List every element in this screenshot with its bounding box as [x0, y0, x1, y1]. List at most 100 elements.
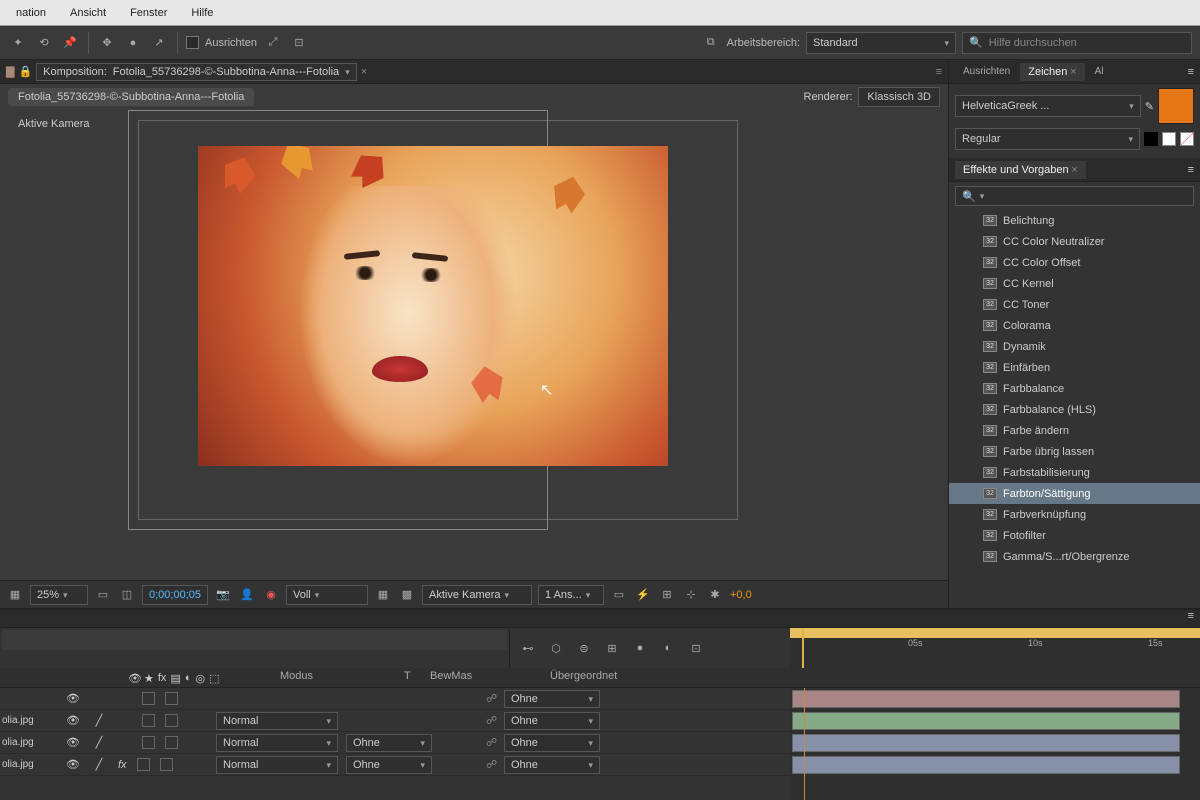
- panel-menu-icon[interactable]: ≡: [1188, 164, 1194, 176]
- effect-item[interactable]: 32Belichtung: [949, 210, 1200, 231]
- fast-preview-icon[interactable]: ⚡: [634, 586, 652, 604]
- parent-dropdown[interactable]: Ohne: [504, 756, 600, 774]
- effect-item[interactable]: 32Einfärben: [949, 357, 1200, 378]
- shy-icon[interactable]: ⊡: [686, 638, 706, 658]
- shy-icon[interactable]: 👁: [66, 714, 80, 727]
- resolution-dropdown[interactable]: Voll: [286, 585, 368, 605]
- tab-character[interactable]: Zeichen ×: [1020, 63, 1084, 81]
- 3d-switch[interactable]: [165, 692, 178, 705]
- track-matte-dropdown[interactable]: Ohne: [346, 734, 432, 752]
- layer-bar[interactable]: [792, 734, 1180, 752]
- panel-menu-icon[interactable]: ≡: [1188, 610, 1194, 627]
- effect-item[interactable]: 32Farbbalance: [949, 378, 1200, 399]
- layer-row[interactable]: olia.jpg👁╱fxNormalOhne☍Ohne: [0, 754, 790, 776]
- effect-item[interactable]: 32Farbe ändern: [949, 420, 1200, 441]
- panel-menu-icon[interactable]: ≡: [936, 66, 942, 78]
- draft3d-icon[interactable]: ⬡: [546, 638, 566, 658]
- pin-tool-icon[interactable]: 📌: [60, 33, 80, 53]
- effect-item[interactable]: 32CC Kernel: [949, 273, 1200, 294]
- effect-item[interactable]: 32CC Color Neutralizer: [949, 231, 1200, 252]
- eyedropper-icon[interactable]: ✎: [1145, 100, 1154, 113]
- effect-item[interactable]: 32Farbton/Sättigung: [949, 483, 1200, 504]
- layer-bar[interactable]: [792, 756, 1180, 774]
- 3d-switch[interactable]: [165, 736, 178, 749]
- font-family-dropdown[interactable]: HelveticaGreek ...: [955, 95, 1141, 117]
- shy-icon[interactable]: 👁: [66, 692, 80, 705]
- close-icon[interactable]: ×: [1071, 164, 1077, 176]
- circle-tool-icon[interactable]: ●: [123, 33, 143, 53]
- shy-icon[interactable]: 👁: [66, 758, 80, 771]
- timeline-ruler[interactable]: 05s 10s 15s: [790, 628, 1200, 668]
- search-ext-icon[interactable]: ⧉: [701, 33, 721, 53]
- camera-dropdown[interactable]: Aktive Kamera: [422, 585, 532, 605]
- layer-bar[interactable]: [792, 712, 1180, 730]
- effect-item[interactable]: 32Farbverknüpfung: [949, 504, 1200, 525]
- solo-icon[interactable]: ╱: [90, 758, 108, 771]
- grid-icon[interactable]: ▦: [6, 586, 24, 604]
- layer-bar[interactable]: [792, 690, 1180, 708]
- help-search-input[interactable]: 🔍 Hilfe durchsuchen: [962, 32, 1192, 54]
- menu-item[interactable]: Hilfe: [179, 3, 225, 23]
- tab-effects[interactable]: Effekte und Vorgaben ×: [955, 161, 1086, 179]
- snap-icon[interactable]: ⤢: [263, 33, 283, 53]
- playhead[interactable]: [802, 628, 804, 668]
- fx-badge-icon[interactable]: fx: [118, 759, 127, 771]
- motion-blur-col-icon[interactable]: ◐: [185, 672, 192, 684]
- parent-dropdown[interactable]: Ohne: [504, 690, 600, 708]
- layer-row[interactable]: 👁☍Ohne: [0, 688, 790, 710]
- workspace-dropdown[interactable]: Standard: [806, 32, 956, 54]
- effect-item[interactable]: 32Farbstabilisierung: [949, 462, 1200, 483]
- timeline-search-input[interactable]: [2, 630, 507, 650]
- zoom-dropdown[interactable]: 25%: [30, 585, 88, 605]
- roi-icon[interactable]: ◫: [118, 586, 136, 604]
- selection-tool-icon[interactable]: ✦: [8, 33, 28, 53]
- menu-item[interactable]: Fenster: [118, 3, 179, 23]
- anchor-tool-icon[interactable]: ✥: [97, 33, 117, 53]
- quality-switch[interactable]: [142, 714, 155, 727]
- stroke-white-icon[interactable]: [1162, 132, 1176, 146]
- panel-menu-icon[interactable]: ≡: [1188, 66, 1194, 78]
- fx-col-icon[interactable]: fx: [158, 672, 167, 684]
- track-matte-dropdown[interactable]: Ohne: [346, 756, 432, 774]
- motion-blur-icon[interactable]: ⊜: [574, 638, 594, 658]
- fill-color-swatch[interactable]: [1158, 88, 1194, 124]
- effects-search-input[interactable]: 🔍: [955, 186, 1194, 206]
- comp-breadcrumb[interactable]: Fotolia_55736298-©-Subbotina-Anna---Foto…: [8, 88, 254, 106]
- timecode-field[interactable]: 0;00;00;05: [142, 585, 208, 605]
- playhead-line[interactable]: [804, 688, 805, 800]
- exposure-reset-icon[interactable]: ✱: [706, 586, 724, 604]
- effects-list[interactable]: 32Belichtung32CC Color Neutralizer32CC C…: [949, 210, 1200, 608]
- quality-switch[interactable]: [137, 758, 150, 771]
- rgb-icon[interactable]: ◉: [262, 586, 280, 604]
- effect-item[interactable]: 32Gamma/S...rt/Obergrenze: [949, 546, 1200, 567]
- solo-icon[interactable]: ╱: [90, 736, 108, 749]
- channel-icon[interactable]: 👤: [238, 586, 256, 604]
- brain-icon[interactable]: ●: [630, 638, 650, 658]
- shy-icon[interactable]: 👁: [66, 736, 80, 749]
- layer-row[interactable]: olia.jpg👁╱NormalOhne☍Ohne: [0, 732, 790, 754]
- blend-mode-dropdown[interactable]: Normal: [216, 712, 338, 730]
- snapshot-icon[interactable]: 📷: [214, 586, 232, 604]
- marker-icon[interactable]: ◐: [658, 638, 678, 658]
- composition-viewer[interactable]: Aktive Kamera ↖: [0, 110, 948, 580]
- tab-paragraph[interactable]: Al: [1087, 63, 1112, 80]
- effect-item[interactable]: 32CC Color Offset: [949, 252, 1200, 273]
- quality-switch[interactable]: [142, 736, 155, 749]
- adjust-col-icon[interactable]: ◎: [196, 672, 206, 684]
- close-tab-icon[interactable]: ×: [361, 66, 367, 78]
- no-stroke-icon[interactable]: [1180, 132, 1194, 146]
- 3d-switch[interactable]: [165, 714, 178, 727]
- pickwhip-icon[interactable]: ☍: [486, 758, 500, 772]
- trkmat-column-header[interactable]: BewMas: [424, 668, 544, 687]
- align-checkbox[interactable]: [186, 36, 199, 49]
- solo-icon[interactable]: ╱: [90, 714, 108, 727]
- effect-item[interactable]: 32Farbe übrig lassen: [949, 441, 1200, 462]
- menu-item[interactable]: nation: [4, 3, 58, 23]
- pixel-aspect-icon[interactable]: ▭: [610, 586, 628, 604]
- layer-row[interactable]: olia.jpg👁╱Normal☍Ohne: [0, 710, 790, 732]
- timeline-icon[interactable]: ⊞: [658, 586, 676, 604]
- effect-item[interactable]: 32Farbbalance (HLS): [949, 399, 1200, 420]
- views-dropdown[interactable]: 1 Ans...: [538, 585, 604, 605]
- font-style-dropdown[interactable]: Regular: [955, 128, 1140, 150]
- renderer-dropdown[interactable]: Klassisch 3D: [858, 87, 940, 107]
